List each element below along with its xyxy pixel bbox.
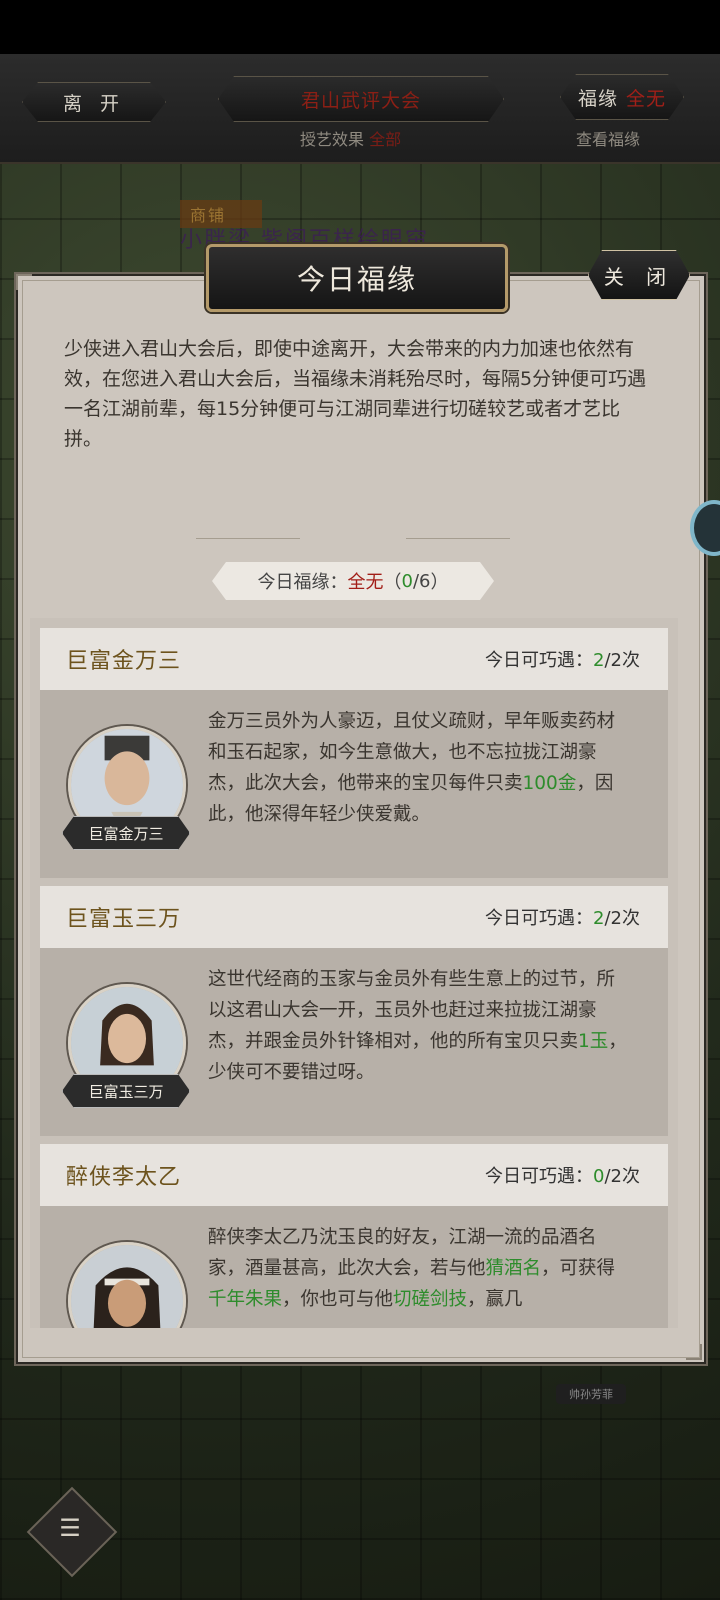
card-name: 巨富金万三 (66, 649, 182, 674)
desc-highlight-3: 切磋剑技 (393, 1289, 468, 1310)
status-bar (0, 0, 720, 54)
card-count: 今日可巧遇：2/2次 (485, 646, 640, 672)
portrait-name-tag: 巨富玉三万 (62, 1074, 190, 1108)
desc-highlight: 100金 (522, 773, 577, 794)
corner-ornament (16, 274, 32, 290)
portrait-name-tag: 巨富金万三 (62, 816, 190, 850)
card-count-label: 今日可巧遇： (485, 1166, 594, 1187)
fortune-summary-open: （ (383, 572, 402, 593)
card-count-label: 今日可巧遇： (485, 908, 594, 929)
card-count: 今日可巧遇：2/2次 (485, 904, 640, 930)
portrait-li-taiyi[interactable] (68, 1242, 186, 1328)
encounter-card: 巨富玉三万 今日可巧遇：2/2次 巨富玉三万 这世代经商的玉家与金员外有些生意上… (40, 886, 668, 1136)
card-count-total: /2次 (604, 908, 640, 929)
desc-text: 这世代经商的玉家与金员外有些生意上的过节，所以这君山大会一开，玉员外也赶过来拉拢… (208, 969, 616, 1052)
dialog-intro: 少侠进入君山大会后，即使中途离开，大会带来的内力加速也依然有效，在您进入君山大会… (64, 338, 647, 450)
desc-highlight: 猜酒名 (485, 1258, 542, 1279)
card-count-label: 今日可巧遇： (485, 650, 594, 671)
card-body: 醉侠李太乙乃沈玉良的好友，江湖一流的品酒名家，酒量甚高，此次大会，若与他猜酒名，… (40, 1206, 668, 1328)
desc-tail: ，赢几 (467, 1289, 523, 1310)
desc-highlight-2: 千年朱果 (208, 1289, 283, 1310)
card-description: 这世代经商的玉家与金员外有些生意上的过节，所以这君山大会一开，玉员外也赶过来拉拢… (208, 964, 628, 1088)
card-count-used: 2 (593, 650, 605, 671)
event-subtitle: 授艺效果 全部 (300, 126, 401, 150)
desc-highlight: 1玉 (578, 1031, 609, 1052)
encounter-list[interactable]: 巨富金万三 今日可巧遇：2/2次 巨富金万三 金万三员外为人豪迈，且仗义疏财，早… (30, 618, 678, 1328)
card-description: 金万三员外为人豪迈，且仗义疏财，早年贩卖药材和玉石起家，如今生意做大，也不忘拉拢… (208, 706, 628, 830)
card-count-total: /2次 (604, 650, 640, 671)
card-count-used: 2 (593, 908, 605, 929)
card-count: 今日可巧遇：0/2次 (485, 1162, 640, 1188)
card-header: 巨富玉三万 今日可巧遇：2/2次 (40, 886, 668, 948)
leave-button[interactable]: 离 开 (22, 82, 166, 122)
fortune-summary-close: ） (430, 572, 449, 593)
encounter-card: 巨富金万三 今日可巧遇：2/2次 巨富金万三 金万三员外为人豪迈，且仗义疏财，早… (40, 628, 668, 878)
card-body: 巨富金万三 金万三员外为人豪迈，且仗义疏财，早年贩卖药材和玉石起家，如今生意做大… (40, 690, 668, 878)
fortune-summary-used: 0 (401, 570, 413, 592)
desc-mid-2: ，你也可与他 (282, 1289, 394, 1310)
npc-name-label: 帅孙芳菲 (556, 1384, 626, 1404)
corner-ornament (686, 1344, 702, 1360)
event-sub-label: 授艺效果 (300, 130, 365, 149)
card-header: 醉侠李太乙 今日可巧遇：0/2次 (40, 1144, 668, 1206)
event-sub-value: 全部 (369, 130, 402, 149)
fortune-label: 福缘 (577, 87, 618, 110)
fortune-summary-value: 全无 (347, 572, 384, 593)
card-count-used: 0 (593, 1166, 605, 1187)
card-description: 醉侠李太乙乃沈玉良的好友，江湖一流的品酒名家，酒量甚高，此次大会，若与他猜酒名，… (208, 1222, 628, 1315)
close-button[interactable]: 关 闭 (588, 250, 690, 300)
chat-icon: ☰ (59, 1514, 81, 1542)
card-header: 巨富金万三 今日可巧遇：2/2次 (40, 628, 668, 690)
fortune-summary-total: /6 (412, 570, 431, 592)
shop-tag: 商铺 (180, 200, 262, 228)
encounter-card: 醉侠李太乙 今日可巧遇：0/2次 醉侠李太乙乃沈玉良的好友，江湖一流的品酒名家，… (40, 1144, 668, 1328)
fortune-summary: 今日福缘： 全无 （ 0 /6 ） (212, 562, 494, 600)
fortune-button[interactable]: 福缘 全无 (560, 74, 684, 120)
dialog-title: 今日福缘 (206, 244, 508, 312)
fortune-value: 全无 (626, 87, 667, 110)
divider-ornament-right (406, 538, 510, 551)
card-body: 巨富玉三万 这世代经商的玉家与金员外有些生意上的过节，所以这君山大会一开，玉员外… (40, 948, 668, 1136)
fortune-summary-label: 今日福缘： (257, 572, 348, 593)
card-name: 醉侠李太乙 (66, 1165, 182, 1190)
event-title: 君山武评大会 (218, 76, 504, 122)
divider-ornament-left (196, 538, 300, 551)
view-fortune-link[interactable]: 查看福缘 (576, 126, 640, 150)
card-count-total: /2次 (604, 1166, 640, 1187)
desc-mid: ，可获得 (541, 1258, 616, 1279)
card-name: 巨富玉三万 (66, 907, 182, 932)
swordsman-portrait-icon (71, 1245, 183, 1328)
